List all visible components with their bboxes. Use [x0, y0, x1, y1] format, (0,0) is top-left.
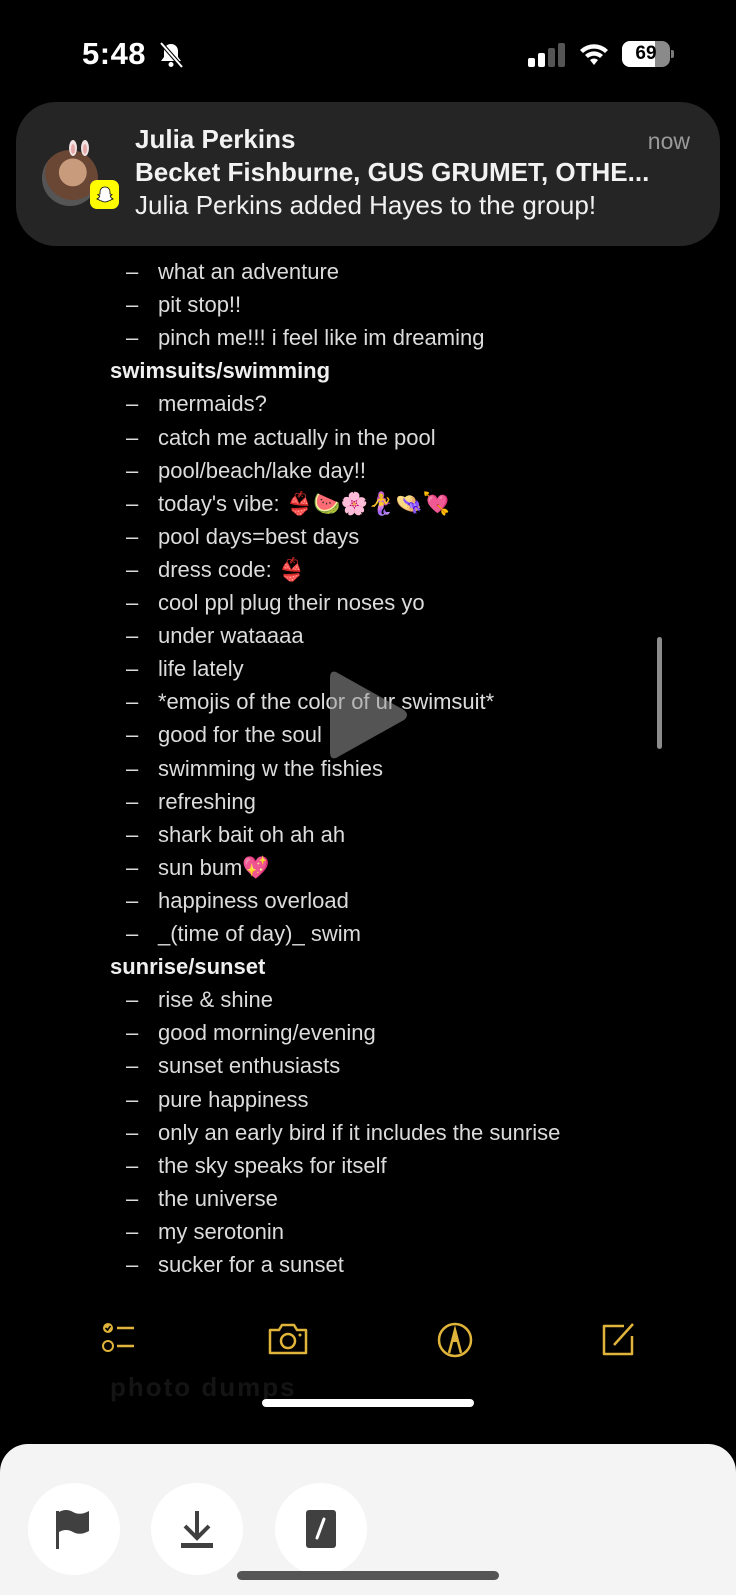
list-item-text: pool/beach/lake day!! [158, 457, 366, 483]
wifi-icon [580, 44, 608, 65]
list-item-text: rise & shine [158, 987, 273, 1013]
bullet-dash: – [126, 887, 139, 913]
checklist-icon[interactable] [100, 1318, 144, 1362]
notification-sender: Julia Perkins [135, 124, 296, 154]
list-item-text: shark bait oh ah ah [158, 821, 346, 847]
bullet-dash: – [126, 1053, 139, 1079]
bullet-dash: – [126, 821, 139, 847]
list-item-text: good morning/evening [158, 1020, 376, 1046]
list-item-text: the universe [158, 1185, 278, 1211]
bullet-dash: – [126, 292, 139, 318]
bullet-dash: – [126, 987, 139, 1013]
download-icon [181, 1511, 213, 1548]
sender-avatar [42, 140, 119, 212]
list-item-text: sunset enthusiasts [158, 1053, 341, 1079]
list-item-text: sun bum💖 [158, 854, 270, 880]
snapchat-ghost-icon [90, 180, 119, 209]
bullet-dash: – [126, 722, 139, 748]
list-item-text: pure happiness [158, 1086, 309, 1112]
bullet-dash: – [126, 788, 139, 814]
list-item-text: pool days=best days [158, 523, 360, 549]
battery-percent: 69 [635, 43, 657, 64]
battery-indicator: 69 [622, 41, 674, 67]
list-item-text: pinch me!!! i feel like im dreaming [158, 325, 485, 351]
status-bar: 5:48 69 [0, 0, 736, 100]
bullet-dash: – [126, 1152, 139, 1178]
home-indicator-sheet[interactable] [237, 1571, 499, 1580]
list-item-text: only an early bird if it includes the su… [158, 1119, 561, 1145]
flag-button[interactable] [28, 1483, 120, 1575]
list-item-text: the sky speaks for itself [158, 1152, 387, 1178]
bullet-dash: – [126, 391, 139, 417]
list-item-text: _(time of day)_ swim [158, 921, 361, 946]
bullet-dash: – [126, 689, 139, 715]
bullet-dash: – [126, 259, 139, 284]
notification-time: now [647, 128, 690, 154]
bunny-ears-icon [69, 140, 89, 156]
bullet-dash: – [126, 1086, 139, 1112]
list-item-text: today's vibe: 👙🍉🌸🧜‍♀️👒💘 [158, 490, 451, 516]
signal-bar [528, 58, 535, 67]
bullet-dash: – [126, 656, 139, 682]
bell-slash-icon [159, 41, 184, 69]
list-item-text: life lately [158, 656, 244, 682]
list-item-text: pit stop!! [158, 292, 242, 318]
bullet-dash: – [126, 1252, 139, 1277]
bullet-dash: – [126, 424, 139, 450]
notes-toolbar [0, 1318, 736, 1362]
download-button[interactable] [151, 1483, 243, 1575]
camera-icon[interactable] [266, 1318, 310, 1362]
bullet-dash: – [126, 755, 139, 781]
bullet-dash: – [126, 854, 139, 880]
notification-title: Becket Fishburne, GUS GRUMET, OTHE... [135, 157, 650, 187]
signal-bar [548, 48, 555, 67]
list-item-text: my serotonin [158, 1218, 284, 1244]
list-item-text: sucker for a sunset [158, 1252, 344, 1277]
play-icon[interactable] [326, 668, 410, 762]
notification-body: Julia Perkins added Hayes to the group! [135, 190, 597, 220]
bullet-dash: – [126, 1218, 139, 1244]
list-item-text: mermaids? [158, 391, 267, 417]
list-item-text: what an adventure [158, 259, 340, 284]
bullet-dash: – [126, 457, 139, 483]
section-heading[interactable]: swimsuits/swimming [110, 354, 330, 387]
signal-bar [538, 53, 545, 67]
bullet-dash: – [126, 623, 139, 649]
bullet-dash: – [126, 1020, 139, 1046]
section-heading[interactable]: sunrise/sunset [110, 950, 265, 983]
home-indicator[interactable] [262, 1399, 474, 1407]
bullet-dash: – [126, 1185, 139, 1211]
bullet-dash: – [126, 490, 139, 516]
list-item-text: catch me actually in the pool [158, 424, 436, 450]
bullet-dash: – [126, 556, 139, 582]
clock: 5:48 [82, 36, 147, 71]
bullet-dash: – [126, 1119, 139, 1145]
list-item-text: dress code: 👙 [158, 556, 306, 582]
scrollbar[interactable] [657, 637, 662, 749]
edit-icon [306, 1510, 336, 1548]
list-item-text: happiness overload [158, 887, 349, 913]
cellular-signal-icon [528, 43, 566, 67]
list-item-text: refreshing [158, 788, 256, 814]
bullet-dash: – [126, 325, 139, 351]
bullet-dash: – [126, 921, 139, 946]
bullet-dash: – [126, 590, 139, 615]
flag-icon [56, 1510, 89, 1549]
signal-bar [558, 43, 565, 67]
list-item-text: under wataaaa [158, 623, 304, 649]
markup-pen-icon[interactable] [433, 1318, 477, 1362]
list-item-text: cool ppl plug their noses yo [158, 590, 425, 615]
compose-icon[interactable] [598, 1318, 642, 1362]
list-item-text: good for the soul [158, 722, 322, 748]
bullet-dash: – [126, 523, 139, 549]
edit-button[interactable] [275, 1483, 367, 1575]
